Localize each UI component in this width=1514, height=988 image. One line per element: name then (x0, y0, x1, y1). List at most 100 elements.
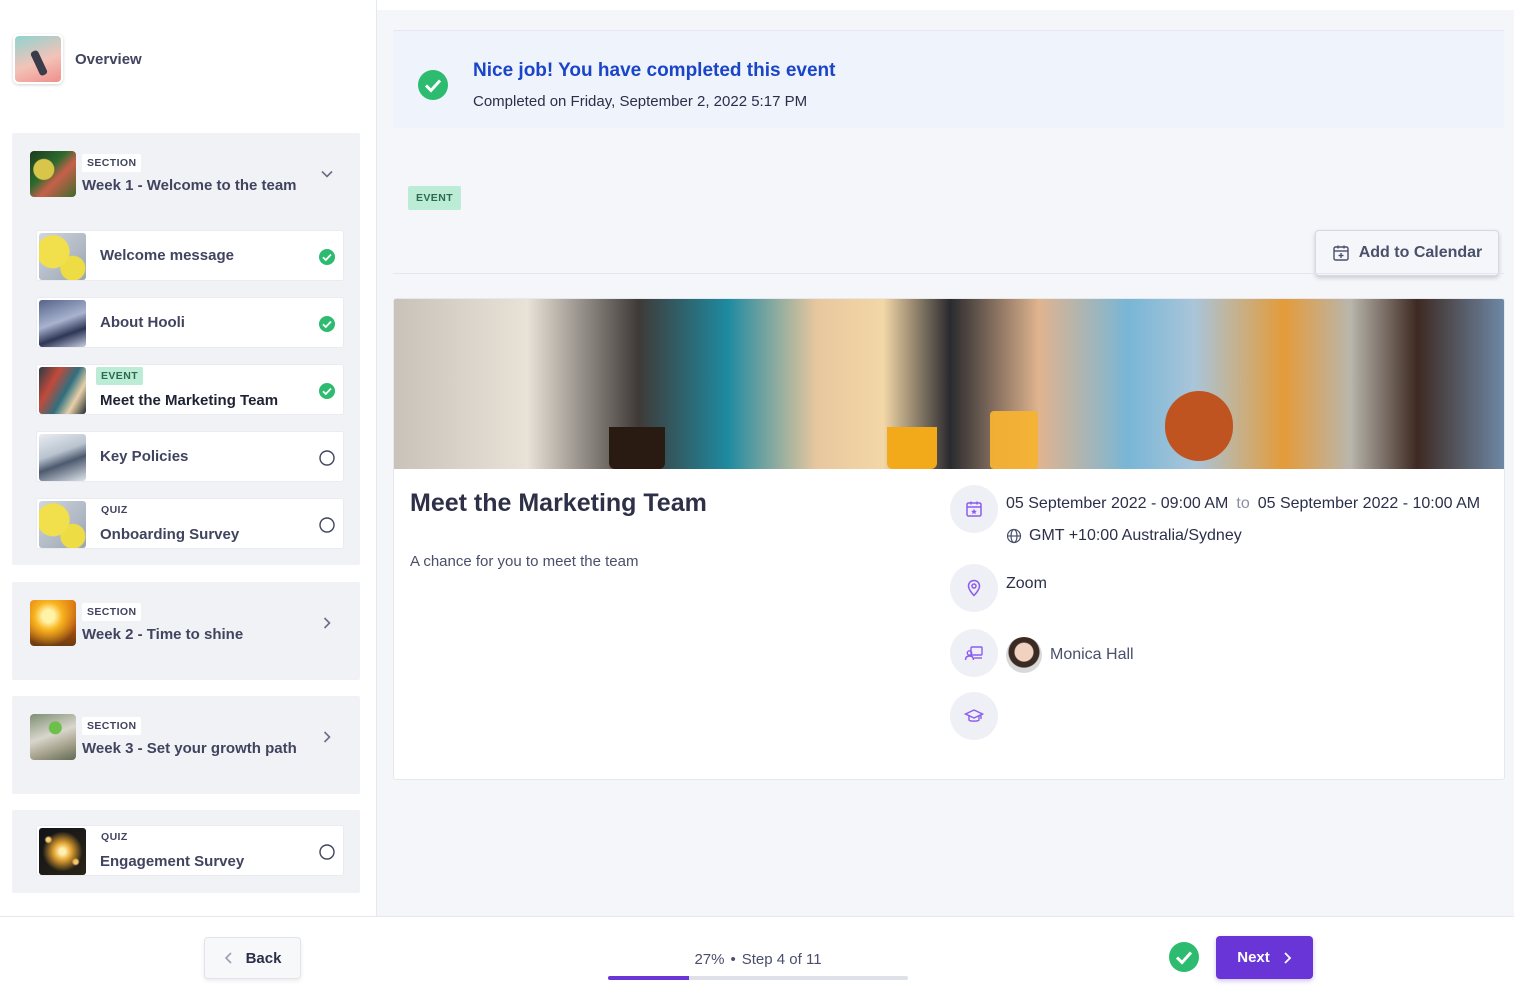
section-title: Week 3 - Set your growth path (82, 740, 297, 757)
location-pin-icon (967, 579, 981, 597)
banner-title: Nice job! You have completed this event (473, 60, 836, 81)
item-label: Meet the Marketing Team (100, 392, 279, 409)
separator-dot: • (730, 951, 736, 968)
add-to-calendar-button[interactable]: Add to Calendar (1315, 230, 1499, 276)
graduation-cap-icon (964, 709, 984, 722)
list-item-about-hooli[interactable]: About Hooli (36, 297, 344, 348)
item-thumbnail (39, 828, 86, 875)
list-item-welcome-message[interactable]: Welcome message (36, 230, 344, 281)
hero-decoration (990, 411, 1038, 469)
section-week-3[interactable]: SECTION Week 3 - Set your growth path (12, 696, 360, 794)
event-to: to (1236, 495, 1250, 512)
chevron-down-icon[interactable] (320, 167, 334, 181)
event-card: Meet the Marketing Team A chance for you… (393, 298, 1505, 780)
divider (393, 273, 1504, 274)
footer-nav: Back 27% • Step 4 of 11 Next (0, 916, 1514, 988)
event-title: Meet the Marketing Team (410, 489, 707, 517)
next-button[interactable]: Next (1216, 936, 1313, 979)
progress-bar (608, 976, 908, 980)
event-end: 05 September 2022 - 10:00 AM (1257, 495, 1481, 512)
event-description: A chance for you to meet the team (410, 553, 639, 570)
event-tag: EVENT (96, 367, 144, 385)
presenter-icon (964, 646, 983, 661)
chevron-right-icon[interactable] (320, 730, 334, 744)
empty-circle-icon (319, 450, 335, 466)
section-tag: SECTION (82, 154, 142, 172)
date-icon-circle (950, 485, 998, 533)
section-header-week-2[interactable]: SECTION Week 2 - Time to shine (12, 582, 360, 680)
main-content: Nice job! You have completed this event … (377, 0, 1514, 916)
event-host: Monica Hall (1006, 637, 1134, 673)
item-label: Welcome message (100, 247, 234, 264)
next-label: Next (1237, 949, 1270, 966)
section-week-2[interactable]: SECTION Week 2 - Time to shine (12, 582, 360, 680)
back-label: Back (245, 949, 282, 967)
sidebar: Overview SECTION Week 1 - Welcome to the… (0, 0, 377, 916)
item-label: Key Policies (100, 448, 189, 465)
item-thumbnail (39, 434, 86, 481)
chevron-right-icon (1284, 951, 1292, 964)
check-circle-icon (1169, 942, 1199, 972)
back-button[interactable]: Back (204, 937, 301, 979)
timezone-label: GMT +10:00 Australia/Sydney (1029, 527, 1242, 544)
item-label: Onboarding Survey (100, 526, 240, 543)
list-item-onboarding-survey[interactable]: QUIZ Onboarding Survey (36, 498, 344, 549)
section-week-1: SECTION Week 1 - Welcome to the team Wel… (12, 133, 360, 565)
course-icon-circle (950, 692, 998, 740)
section-header-week-1[interactable]: SECTION Week 1 - Welcome to the team (12, 133, 360, 213)
section-tag: SECTION (82, 717, 142, 735)
section-thumbnail (30, 151, 76, 197)
item-thumbnail (39, 367, 86, 414)
item-label: About Hooli (100, 314, 185, 331)
event-datetime: 05 September 2022 - 09:00 AM to 05 Septemb… (1006, 495, 1480, 513)
hero-decoration (887, 427, 937, 469)
standalone-engagement-survey: QUIZ Engagement Survey (12, 810, 360, 893)
hero-decoration (1165, 391, 1233, 461)
section-title: Week 2 - Time to shine (82, 626, 244, 643)
list-item-engagement-survey[interactable]: QUIZ Engagement Survey (36, 825, 344, 876)
hero-decoration (609, 427, 665, 469)
main-top-strip (377, 0, 1514, 10)
step-text: Step 4 of 11 (741, 951, 822, 968)
item-thumbnail (39, 233, 86, 280)
progress-fill (608, 976, 689, 980)
completion-banner: Nice job! You have completed this event … (393, 30, 1504, 128)
globe-icon (1006, 528, 1022, 544)
calendar-add-icon (1333, 245, 1349, 261)
check-circle-icon (319, 249, 335, 265)
list-item-meet-marketing-team[interactable]: EVENT Meet the Marketing Team (36, 364, 344, 415)
event-hero-image (394, 299, 1504, 469)
progress-percent: 27% (694, 951, 725, 968)
overview-label: Overview (75, 50, 142, 68)
event-location: Zoom (1006, 575, 1047, 592)
empty-circle-icon (319, 517, 335, 533)
section-thumbnail (30, 714, 76, 760)
section-header-week-3[interactable]: SECTION Week 3 - Set your growth path (12, 696, 360, 794)
chevron-right-icon[interactable] (320, 616, 334, 630)
host-name: Monica Hall (1050, 646, 1134, 663)
section-thumbnail (30, 600, 76, 646)
progress-text: 27% • Step 4 of 11 (608, 951, 908, 968)
quiz-tag: QUIZ (96, 828, 133, 846)
section-title: Week 1 - Welcome to the team (82, 177, 297, 194)
event-start: 05 September 2022 - 09:00 AM (1006, 495, 1229, 512)
empty-circle-icon (319, 844, 335, 860)
avatar (1006, 637, 1042, 673)
item-thumbnail (39, 501, 86, 548)
check-circle-icon (418, 70, 448, 100)
overview-link[interactable]: Overview (13, 34, 142, 84)
event-type-badge: EVENT (408, 186, 462, 210)
chevron-left-icon (224, 952, 232, 964)
item-label: Engagement Survey (100, 853, 245, 870)
event-timezone: GMT +10:00 Australia/Sydney (1006, 527, 1242, 545)
list-item-key-policies[interactable]: Key Policies (36, 431, 344, 482)
host-icon-circle (950, 629, 998, 677)
item-thumbnail (39, 300, 86, 347)
add-to-calendar-label: Add to Calendar (1358, 244, 1483, 261)
section-tag: SECTION (82, 603, 142, 621)
check-circle-icon (319, 383, 335, 399)
calendar-star-icon (966, 501, 982, 517)
overview-thumbnail (13, 34, 63, 84)
check-circle-icon (319, 316, 335, 332)
banner-subtitle: Completed on Friday, September 2, 2022 5… (473, 93, 808, 110)
